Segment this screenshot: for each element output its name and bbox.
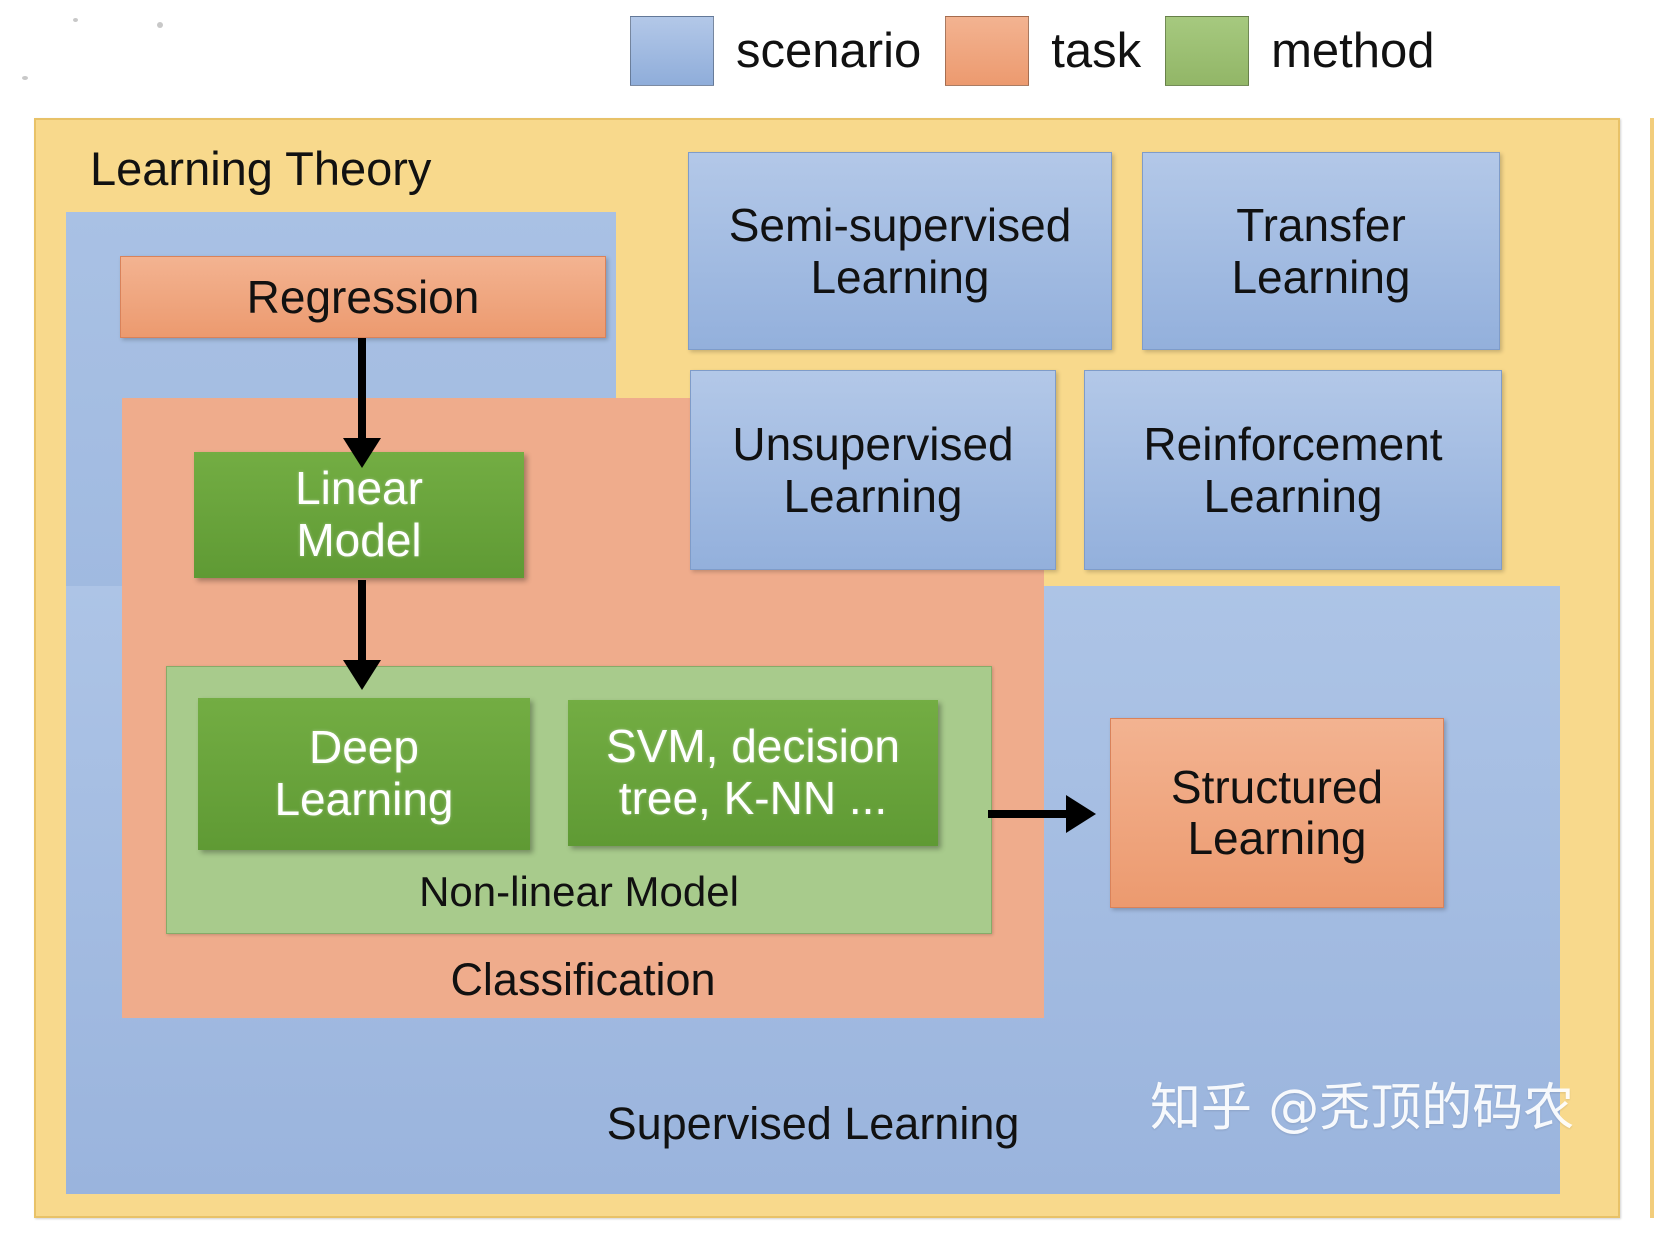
arrow-nonlinear-to-structured-learning-icon xyxy=(988,795,1096,833)
deep-learning-node[interactable]: Deep Learning xyxy=(198,698,530,850)
regression-label: Regression xyxy=(246,270,480,323)
legend-swatch-method xyxy=(1165,16,1250,86)
regression-node[interactable]: Regression xyxy=(120,256,606,338)
arrow-linear-model-to-deep-learning-icon xyxy=(343,580,381,690)
classical-methods-node[interactable]: SVM, decision tree, K-NN ... xyxy=(568,700,938,846)
non-linear-model-label: Non-linear Model xyxy=(419,868,739,916)
semi-supervised-learning-label: Semi-supervised Learning xyxy=(728,198,1072,303)
deep-learning-label: Deep Learning xyxy=(274,721,454,825)
legend: scenario task method xyxy=(630,8,1459,94)
reinforcement-learning-label: Reinforcement Learning xyxy=(1143,417,1443,522)
reinforcement-learning-node[interactable]: Reinforcement Learning xyxy=(1084,370,1502,570)
legend-item-scenario: scenario xyxy=(630,16,945,86)
legend-label-task: task xyxy=(1051,23,1142,78)
transfer-learning-node[interactable]: Transfer Learning xyxy=(1142,152,1500,350)
right-frame-sliver xyxy=(1650,118,1654,1218)
structured-learning-node[interactable]: Structured Learning xyxy=(1110,718,1444,908)
artifact-speck xyxy=(22,76,28,80)
watermark: 知乎 @秃顶的码农 xyxy=(1150,1079,1575,1138)
legend-item-method: method xyxy=(1165,16,1458,86)
diagram-canvas: scenario task method Learning Theory Sup… xyxy=(0,0,1664,1236)
legend-label-scenario: scenario xyxy=(736,23,922,78)
arrowhead-right-icon xyxy=(1066,795,1096,833)
legend-swatch-scenario xyxy=(630,16,714,86)
structured-learning-label: Structured Learning xyxy=(1170,761,1384,864)
artifact-speck xyxy=(73,18,78,22)
semi-supervised-learning-node[interactable]: Semi-supervised Learning xyxy=(688,152,1112,350)
legend-swatch-task xyxy=(945,16,1030,86)
arrowhead-down-icon xyxy=(343,660,381,690)
arrowhead-down-icon xyxy=(343,438,381,468)
unsupervised-learning-node[interactable]: Unsupervised Learning xyxy=(690,370,1056,570)
transfer-learning-label: Transfer Learning xyxy=(1231,198,1411,303)
classification-label: Classification xyxy=(450,954,716,1006)
classical-methods-label: SVM, decision tree, K-NN ... xyxy=(605,720,900,824)
linear-model-node[interactable]: Linear Model xyxy=(194,452,524,578)
arrow-regression-to-linear-model-icon xyxy=(343,338,381,468)
unsupervised-learning-label: Unsupervised Learning xyxy=(732,417,1014,522)
artifact-speck xyxy=(157,22,163,28)
legend-label-method: method xyxy=(1271,23,1435,78)
legend-item-task: task xyxy=(945,16,1165,86)
linear-model-label: Linear Model xyxy=(295,462,423,566)
